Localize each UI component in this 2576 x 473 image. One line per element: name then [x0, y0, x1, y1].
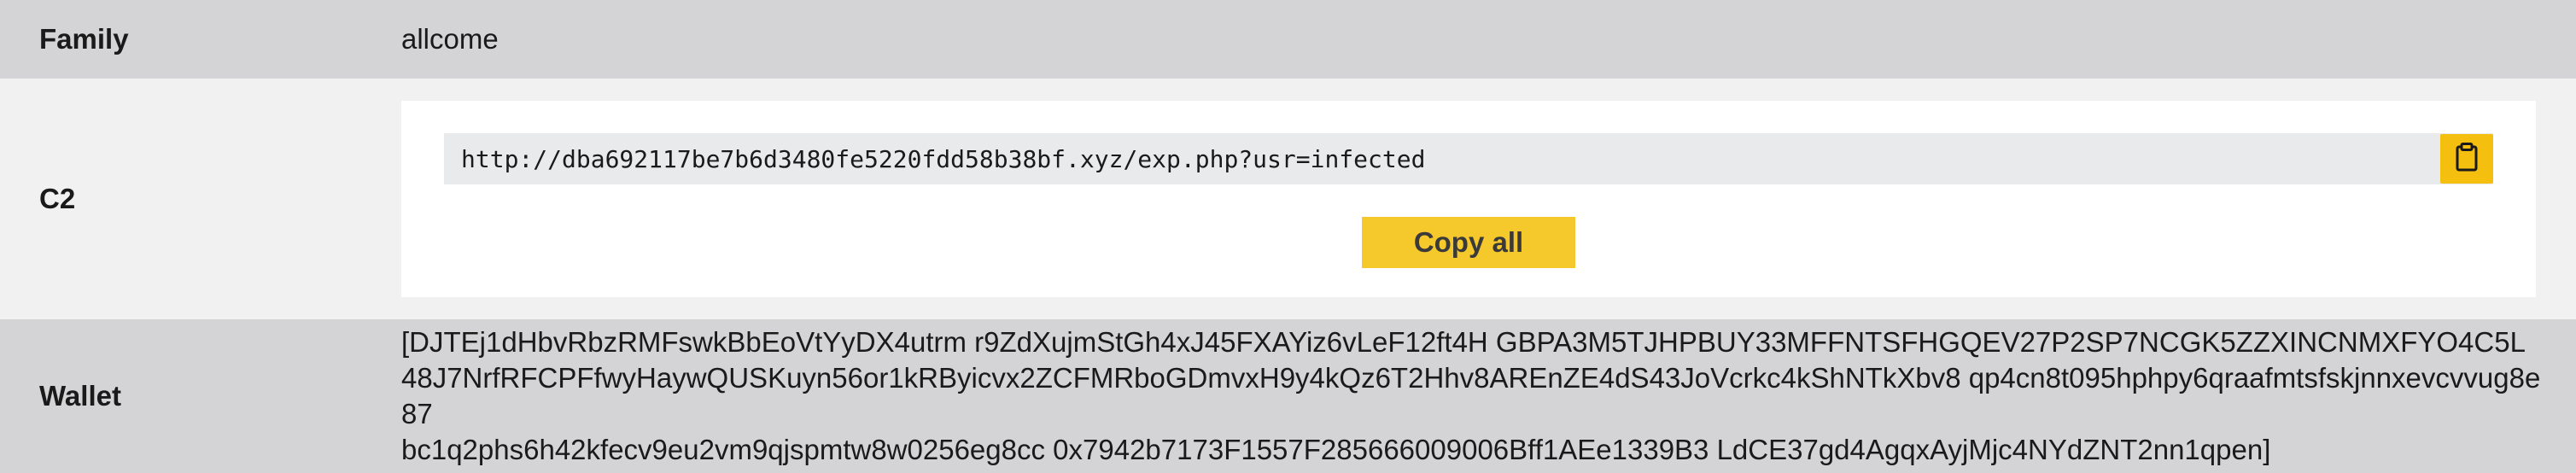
c2-code-line: http://dba692117be7b6d3480fe5220fdd58b38… — [444, 133, 2493, 184]
copy-all-button[interactable]: Copy all — [1362, 217, 1575, 268]
c2-row: C2 http://dba692117be7b6d3480fe5220fdd58… — [0, 79, 2576, 319]
c2-label: C2 — [39, 183, 76, 214]
copy-url-button[interactable] — [2440, 134, 2493, 184]
clipboard-icon — [2455, 142, 2479, 176]
family-row: Family allcome — [0, 0, 2576, 79]
config-table: Family allcome C2 http://dba692117be7b6d… — [0, 0, 2576, 473]
wallet-line: [DJTEj1dHbvRbzRMFswkBbEoVtYyDX4utrm r9Zd… — [401, 326, 2526, 358]
c2-url[interactable]: http://dba692117be7b6d3480fe5220fdd58b38… — [444, 145, 2440, 173]
family-label: Family — [39, 23, 129, 55]
family-value: allcome — [401, 23, 499, 55]
wallet-line: bc1q2phs6h42kfecv9eu2vm9qjspmtw8w0256eg8… — [401, 434, 2271, 465]
wallet-value: [DJTEj1dHbvRbzRMFswkBbEoVtYyDX4utrm r9Zd… — [401, 324, 2576, 468]
wallet-line: 48J7NrfRFCPFfwyHaywQUSKuyn56or1kRByicvx2… — [401, 362, 2541, 429]
wallet-row: Wallet [DJTEj1dHbvRbzRMFswkBbEoVtYyDX4ut… — [0, 319, 2576, 473]
c2-code-panel: http://dba692117be7b6d3480fe5220fdd58b38… — [401, 101, 2536, 297]
wallet-label: Wallet — [39, 380, 121, 412]
